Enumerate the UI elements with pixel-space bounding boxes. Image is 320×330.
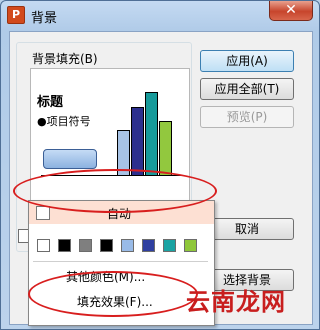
color-swatch[interactable] [184,239,197,252]
title-bar: P 背景 ✕ [1,1,319,29]
auto-color-swatch [36,206,50,220]
highlight-ellipse-combo [13,169,217,213]
preview-chart-bar [131,107,144,176]
highlight-ellipse-fill-effects [28,271,198,317]
background-dialog: P 背景 ✕ 背景填充(B) 标题 ●项目符号 ▼ 应用(A) 应用全部(T) … [0,0,320,330]
color-swatch[interactable] [79,239,92,252]
color-swatch[interactable] [121,239,134,252]
dialog-title: 背景 [31,11,58,26]
apply-button[interactable]: 应用(A) [200,50,294,72]
menu-separator [33,261,208,262]
color-swatch[interactable] [142,239,155,252]
watermark-logo: 云南龙网 [186,288,286,316]
apply-all-button[interactable]: 应用全部(T) [200,78,294,100]
color-swatch[interactable] [100,239,113,252]
color-swatch[interactable] [163,239,176,252]
color-swatch[interactable] [58,239,71,252]
preview-chart-bar [159,121,172,176]
preview-button[interactable]: 预览(P) [200,106,294,128]
preview-bullet: ●项目符号 [37,115,91,128]
preview-rounded-shape [43,149,97,169]
preview-title: 标题 [37,95,64,110]
powerpoint-app-icon: P [7,6,25,24]
preview-chart-bar [145,92,158,176]
color-swatch[interactable] [37,239,50,252]
close-button[interactable]: ✕ [269,1,313,21]
background-fill-label: 背景填充(B) [29,50,101,67]
